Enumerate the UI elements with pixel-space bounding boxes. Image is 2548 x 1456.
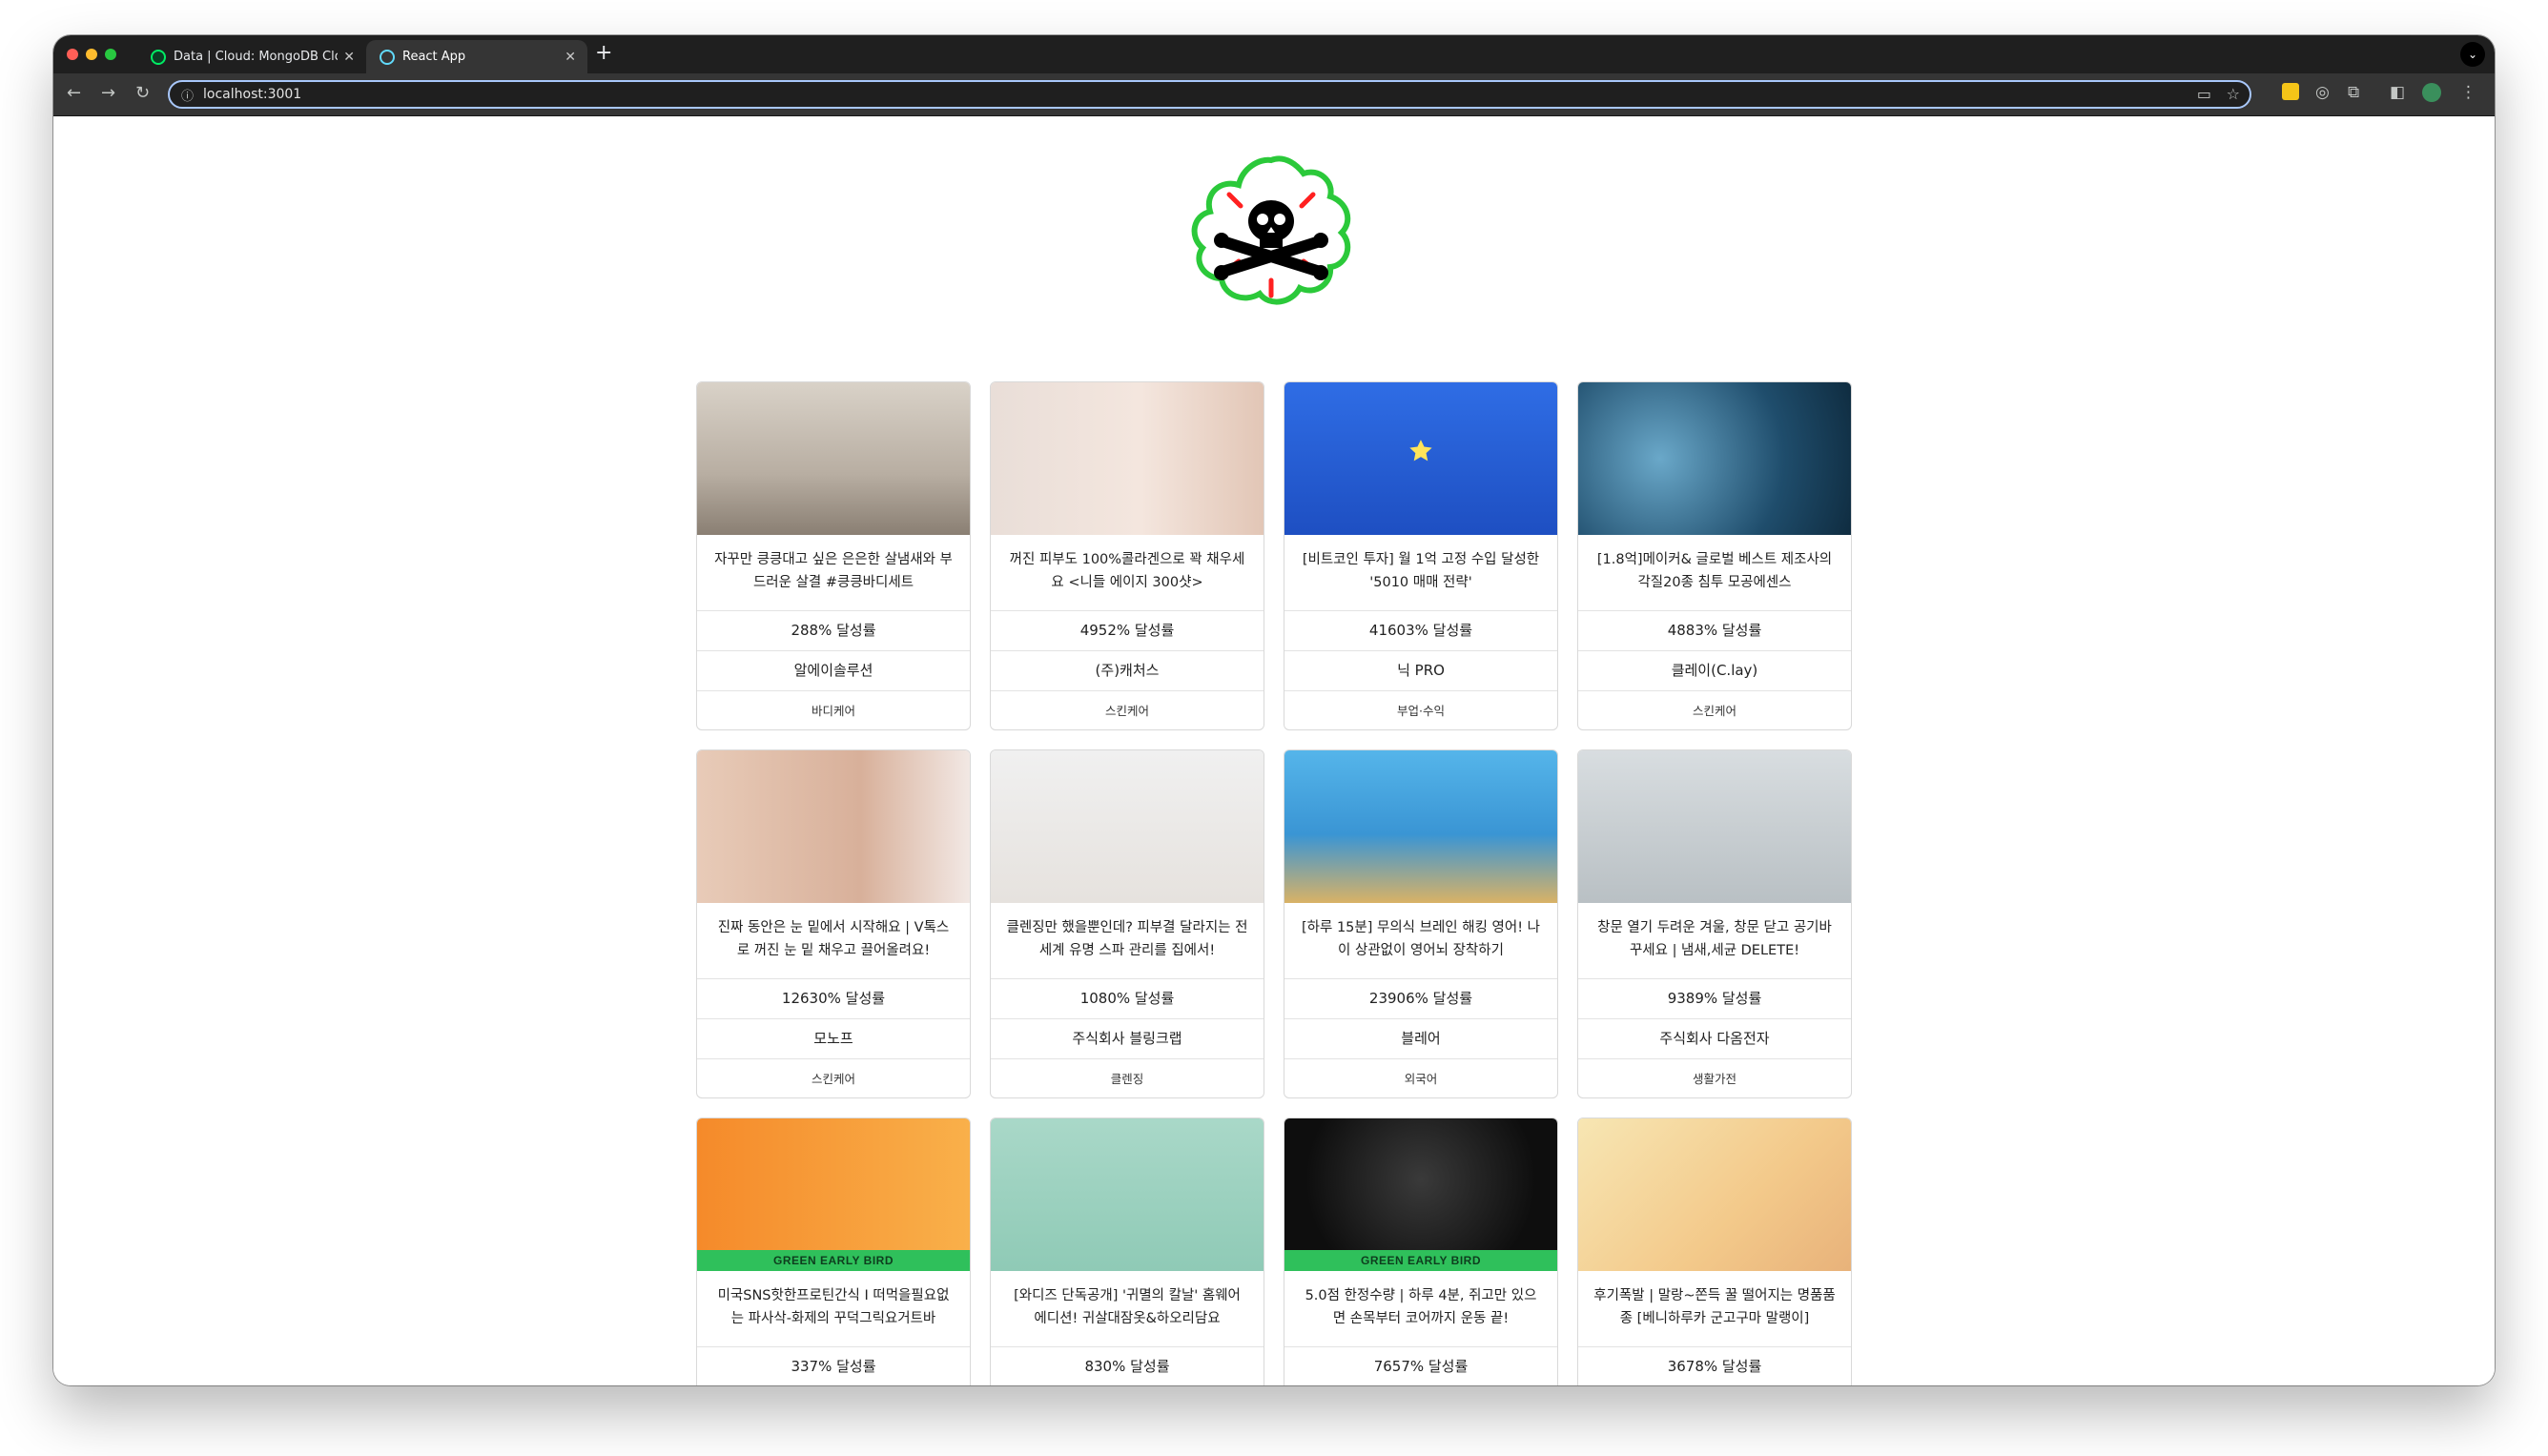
product-card[interactable]: [1.8억]메이커& 글로벌 베스트 제조사의 각질20종 침투 모공에센스 48… bbox=[1577, 381, 1852, 730]
category-label: 외국어 bbox=[1404, 1072, 1438, 1086]
product-card[interactable]: GREEN EARLY BIRD 5.0점 한정수량 | 하루 4분, 쥐고만 있… bbox=[1284, 1118, 1558, 1385]
category-label: 스킨케어 bbox=[811, 1072, 855, 1086]
product-thumbnail[interactable]: 🟊 bbox=[1284, 382, 1557, 535]
product-card[interactable]: 후기폭발 | 말랑~쫀득 꿀 떨어지는 명품품종 [베니하루카 군고구마 말랭이… bbox=[1577, 1118, 1852, 1385]
product-thumbnail[interactable] bbox=[991, 750, 1264, 903]
page-viewport: 자꾸만 킁킁대고 싶은 은은한 살냄새와 부드러운 살결 #킁킁바디세트 288%… bbox=[53, 116, 2495, 1385]
extension-icon[interactable]: ⧉ bbox=[2348, 83, 2359, 102]
banner-label: GREEN EARLY BIRD bbox=[1284, 1250, 1557, 1271]
circle-extension-icon[interactable]: ◎ bbox=[2315, 83, 2330, 102]
product-title[interactable]: 후기폭발 | 말랑~쫀득 꿀 떨어지는 명품품종 [베니하루카 군고구마 말랭이… bbox=[1578, 1271, 1851, 1347]
back-icon[interactable]: ← bbox=[67, 83, 81, 103]
mongodb-leaf-icon bbox=[151, 49, 166, 65]
product-card[interactable]: 꺼진 피부도 100%콜라겐으로 꽉 채우세요 <니들 에이지 300샷> 495… bbox=[990, 381, 1264, 730]
tab-search-icon[interactable]: ⌄ bbox=[2460, 42, 2485, 67]
tab-mongodb[interactable]: Data | Cloud: MongoDB Cloud ✕ bbox=[137, 40, 366, 73]
company-name: 주식회사 블링크랩 bbox=[991, 1019, 1264, 1059]
product-card[interactable]: 창문 열기 두려운 겨울, 창문 닫고 공기바꾸세요 | 냄새,세균 DELET… bbox=[1577, 749, 1852, 1098]
menu-icon[interactable]: ⋮ bbox=[2460, 83, 2476, 102]
company-name: 알에이솔루션 bbox=[697, 651, 970, 691]
achievement-rate: 337% 달성률 bbox=[697, 1347, 970, 1385]
product-thumbnail[interactable] bbox=[1578, 1118, 1851, 1271]
product-title[interactable]: 창문 열기 두려운 겨울, 창문 닫고 공기바꾸세요 | 냄새,세균 DELET… bbox=[1578, 903, 1851, 979]
product-title[interactable]: 자꾸만 킁킁대고 싶은 은은한 살냄새와 부드러운 살결 #킁킁바디세트 bbox=[697, 535, 970, 611]
category-label: 스킨케어 bbox=[1104, 704, 1149, 718]
product-card[interactable]: 진짜 동안은 눈 밑에서 시작해요 | V톡스로 꺼진 눈 밑 채우고 끌어올려… bbox=[696, 749, 971, 1098]
site-info-icon[interactable]: ⓘ bbox=[181, 86, 194, 104]
tab-title: React App bbox=[402, 50, 466, 64]
company-name: 닉 PRO bbox=[1284, 651, 1557, 691]
zoom-window-button[interactable] bbox=[105, 49, 116, 60]
close-window-button[interactable] bbox=[67, 49, 78, 60]
achievement-rate: 7657% 달성률 bbox=[1284, 1347, 1557, 1385]
achievement-rate: 12630% 달성률 bbox=[697, 979, 970, 1019]
reload-icon[interactable]: ↻ bbox=[135, 83, 150, 103]
company-name: 주식회사 다옴전자 bbox=[1578, 1019, 1851, 1059]
product-title[interactable]: 진짜 동안은 눈 밑에서 시작해요 | V톡스로 꺼진 눈 밑 채우고 끌어올려… bbox=[697, 903, 970, 979]
category-label: 생활가전 bbox=[1692, 1072, 1736, 1086]
product-thumbnail[interactable] bbox=[991, 1118, 1264, 1271]
product-thumbnail[interactable]: GREEN EARLY BIRD bbox=[1284, 1118, 1557, 1271]
achievement-rate: 830% 달성률 bbox=[991, 1347, 1264, 1385]
achievement-rate: 3678% 달성률 bbox=[1578, 1347, 1851, 1385]
product-thumbnail[interactable] bbox=[697, 750, 970, 903]
new-tab-button[interactable]: + bbox=[595, 41, 612, 65]
banner-label: GREEN EARLY BIRD bbox=[697, 1250, 970, 1271]
product-thumbnail[interactable] bbox=[697, 382, 970, 535]
close-icon[interactable]: ✕ bbox=[565, 50, 576, 65]
achievement-rate: 41603% 달성률 bbox=[1284, 611, 1557, 651]
product-thumbnail[interactable] bbox=[1578, 382, 1851, 535]
product-card[interactable]: 🟊 [비트코인 투자] 월 1억 고정 수입 달성한 '5010 매매 전략' 41… bbox=[1284, 381, 1558, 730]
achievement-rate: 288% 달성률 bbox=[697, 611, 970, 651]
side-panel-icon[interactable]: ◧ bbox=[2390, 83, 2405, 102]
extension-badge-icon[interactable] bbox=[2282, 83, 2299, 100]
category-label: 부업·수익 bbox=[1397, 704, 1445, 718]
tab-react-app[interactable]: React App ✕ bbox=[366, 40, 587, 73]
product-title[interactable]: 클렌징만 했을뿐인데? 피부결 달라지는 전세계 유명 스파 관리를 집에서! bbox=[991, 903, 1264, 979]
browser-toolbar: ← → ↻ ⓘ localhost:3001 ☆ ▭ bbox=[53, 73, 2495, 116]
browser-window: Data | Cloud: MongoDB Cloud ✕ React App … bbox=[53, 35, 2495, 1385]
category-label: 바디케어 bbox=[811, 704, 855, 718]
forward-icon[interactable]: → bbox=[101, 83, 115, 103]
product-title[interactable]: [하루 15분] 무의식 브레인 해킹 영어! 나이 상관없이 영어뇌 장착하기 bbox=[1284, 903, 1557, 979]
product-thumbnail[interactable] bbox=[1578, 750, 1851, 903]
cast-icon[interactable]: ▭ bbox=[2197, 85, 2211, 103]
company-name: 블레어 bbox=[1284, 1019, 1557, 1059]
product-title[interactable]: 미국SNS핫한프로틴간식 I 떠먹을필요없는 파사삭-화제의 꾸덕그릭요거트바 bbox=[697, 1271, 970, 1347]
tab-strip: Data | Cloud: MongoDB Cloud ✕ React App … bbox=[53, 35, 2495, 73]
product-title[interactable]: [와디즈 단독공개] '귀멸의 칼날' 홈웨어 에디션! 귀살대잠옷&하오리담요 bbox=[991, 1271, 1264, 1347]
product-thumbnail[interactable] bbox=[1284, 750, 1557, 903]
product-title[interactable]: 5.0점 한정수량 | 하루 4분, 쥐고만 있으면 손목부터 코어까지 운동 … bbox=[1284, 1271, 1557, 1347]
achievement-rate: 9389% 달성률 bbox=[1578, 979, 1851, 1019]
product-card[interactable]: GREEN EARLY BIRD 미국SNS핫한프로틴간식 I 떠먹을필요없는 파… bbox=[696, 1118, 971, 1385]
product-title[interactable]: 꺼진 피부도 100%콜라겐으로 꽉 채우세요 <니들 에이지 300샷> bbox=[991, 535, 1264, 611]
minimize-window-button[interactable] bbox=[86, 49, 97, 60]
address-bar[interactable]: ⓘ localhost:3001 ☆ ▭ bbox=[168, 80, 2251, 109]
profile-icon[interactable] bbox=[2422, 83, 2441, 102]
close-icon[interactable]: ✕ bbox=[343, 50, 355, 65]
achievement-rate: 23906% 달성률 bbox=[1284, 979, 1557, 1019]
product-card[interactable]: 클렌징만 했을뿐인데? 피부결 달라지는 전세계 유명 스파 관리를 집에서! 1… bbox=[990, 749, 1264, 1098]
company-name: (주)캐처스 bbox=[991, 651, 1264, 691]
company-name: 모노프 bbox=[697, 1019, 970, 1059]
product-title[interactable]: [비트코인 투자] 월 1억 고정 수입 달성한 '5010 매매 전략' bbox=[1284, 535, 1557, 611]
achievement-rate: 4952% 달성률 bbox=[991, 611, 1264, 651]
product-thumbnail[interactable]: GREEN EARLY BIRD bbox=[697, 1118, 970, 1271]
url-text: localhost:3001 bbox=[203, 87, 302, 102]
company-name: 클레이(C.lay) bbox=[1578, 651, 1851, 691]
star-icon[interactable]: ☆ bbox=[2227, 85, 2240, 103]
skull-crossbones-icon bbox=[1191, 155, 1351, 305]
react-icon bbox=[380, 49, 395, 65]
tab-title: Data | Cloud: MongoDB Cloud bbox=[174, 50, 338, 64]
achievement-rate: 1080% 달성률 bbox=[991, 979, 1264, 1019]
product-thumbnail[interactable] bbox=[991, 382, 1264, 535]
product-card[interactable]: [와디즈 단독공개] '귀멸의 칼날' 홈웨어 에디션! 귀살대잠옷&하오리담요… bbox=[990, 1118, 1264, 1385]
product-card[interactable]: 자꾸만 킁킁대고 싶은 은은한 살냄새와 부드러운 살결 #킁킁바디세트 288%… bbox=[696, 381, 971, 730]
achievement-rate: 4883% 달성률 bbox=[1578, 611, 1851, 651]
category-label: 스킨케어 bbox=[1692, 704, 1736, 718]
category-label: 클렌징 bbox=[1110, 1072, 1144, 1086]
product-card[interactable]: [하루 15분] 무의식 브레인 해킹 영어! 나이 상관없이 영어뇌 장착하기… bbox=[1284, 749, 1558, 1098]
product-title[interactable]: [1.8억]메이커& 글로벌 베스트 제조사의 각질20종 침투 모공에센스 bbox=[1578, 535, 1851, 611]
